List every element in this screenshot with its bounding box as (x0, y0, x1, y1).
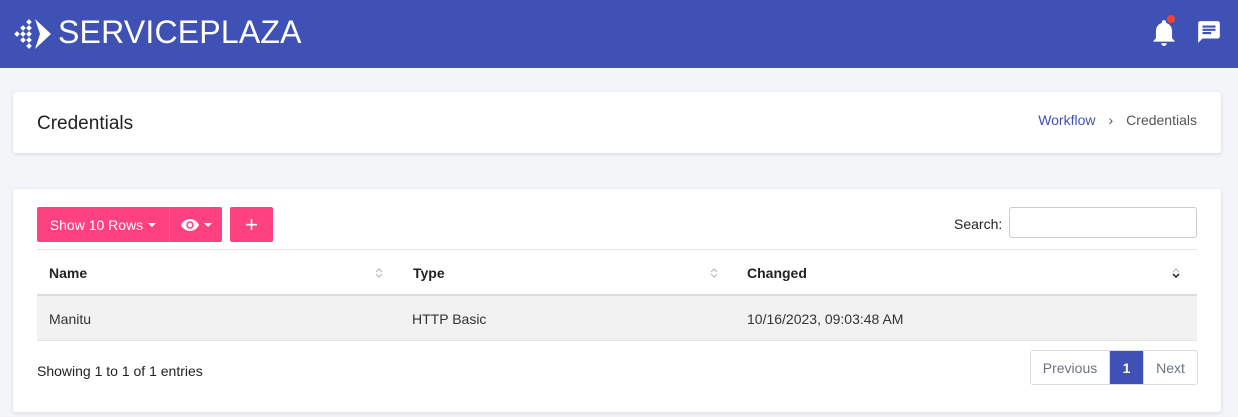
bell-icon (1153, 20, 1175, 46)
pagination: Previous 1 Next (1030, 350, 1198, 385)
column-header-name[interactable]: Name (49, 265, 87, 281)
table-info: Showing 1 to 1 of 1 entries (37, 363, 203, 379)
previous-page-button[interactable]: Previous (1031, 351, 1110, 384)
table-controls-group: Show 10 Rows (37, 207, 222, 242)
sort-icon[interactable] (375, 267, 383, 279)
sort-icon[interactable] (710, 267, 718, 279)
caret-down-icon (148, 222, 157, 227)
cell-type: HTTP Basic (412, 311, 487, 327)
notification-badge (1167, 15, 1175, 23)
show-rows-dropdown[interactable]: Show 10 Rows (37, 207, 169, 242)
sort-desc-icon[interactable] (1172, 267, 1180, 279)
brand-name[interactable]: SERVICEPLAZA (58, 14, 302, 51)
notifications-button[interactable] (1151, 15, 1177, 47)
page-title: Credentials (37, 113, 134, 134)
messages-button[interactable] (1196, 19, 1222, 45)
add-credential-button[interactable]: + (230, 207, 273, 242)
column-visibility-dropdown[interactable] (169, 207, 222, 242)
next-page-button[interactable]: Next (1143, 351, 1197, 384)
table-row[interactable]: Manitu HTTP Basic 10/16/2023, 09:03:48 A… (37, 296, 1197, 341)
breadcrumb-link-workflow[interactable]: Workflow (1038, 112, 1095, 128)
breadcrumb-current: Credentials (1126, 112, 1197, 128)
page-header-card: Credentials Workflow › Credentials (13, 92, 1221, 153)
column-header-type[interactable]: Type (413, 265, 445, 281)
search-label: Search: (954, 216, 1003, 232)
credentials-table: Name Type Changed Manitu HTTP Basic 10/1… (37, 249, 1197, 341)
eye-icon (180, 218, 199, 231)
cell-name: Manitu (49, 311, 92, 327)
chat-icon (1198, 21, 1220, 43)
search-input[interactable] (1009, 207, 1197, 238)
credentials-table-card: Show 10 Rows + Search: Name Type Changed… (13, 189, 1221, 412)
breadcrumb: Workflow › Credentials (1038, 112, 1197, 128)
page-1-button[interactable]: 1 (1110, 351, 1143, 384)
caret-down-icon (203, 222, 212, 227)
chevron-right-icon: › (1108, 112, 1114, 128)
top-navbar: SERVICEPLAZA (0, 0, 1238, 68)
serviceplaza-logo-icon[interactable] (13, 17, 53, 51)
show-rows-label: Show 10 Rows (49, 216, 144, 233)
table-header-row: Name Type Changed (37, 249, 1197, 296)
column-header-changed[interactable]: Changed (747, 265, 807, 281)
cell-changed: 10/16/2023, 09:03:48 AM (747, 311, 904, 327)
